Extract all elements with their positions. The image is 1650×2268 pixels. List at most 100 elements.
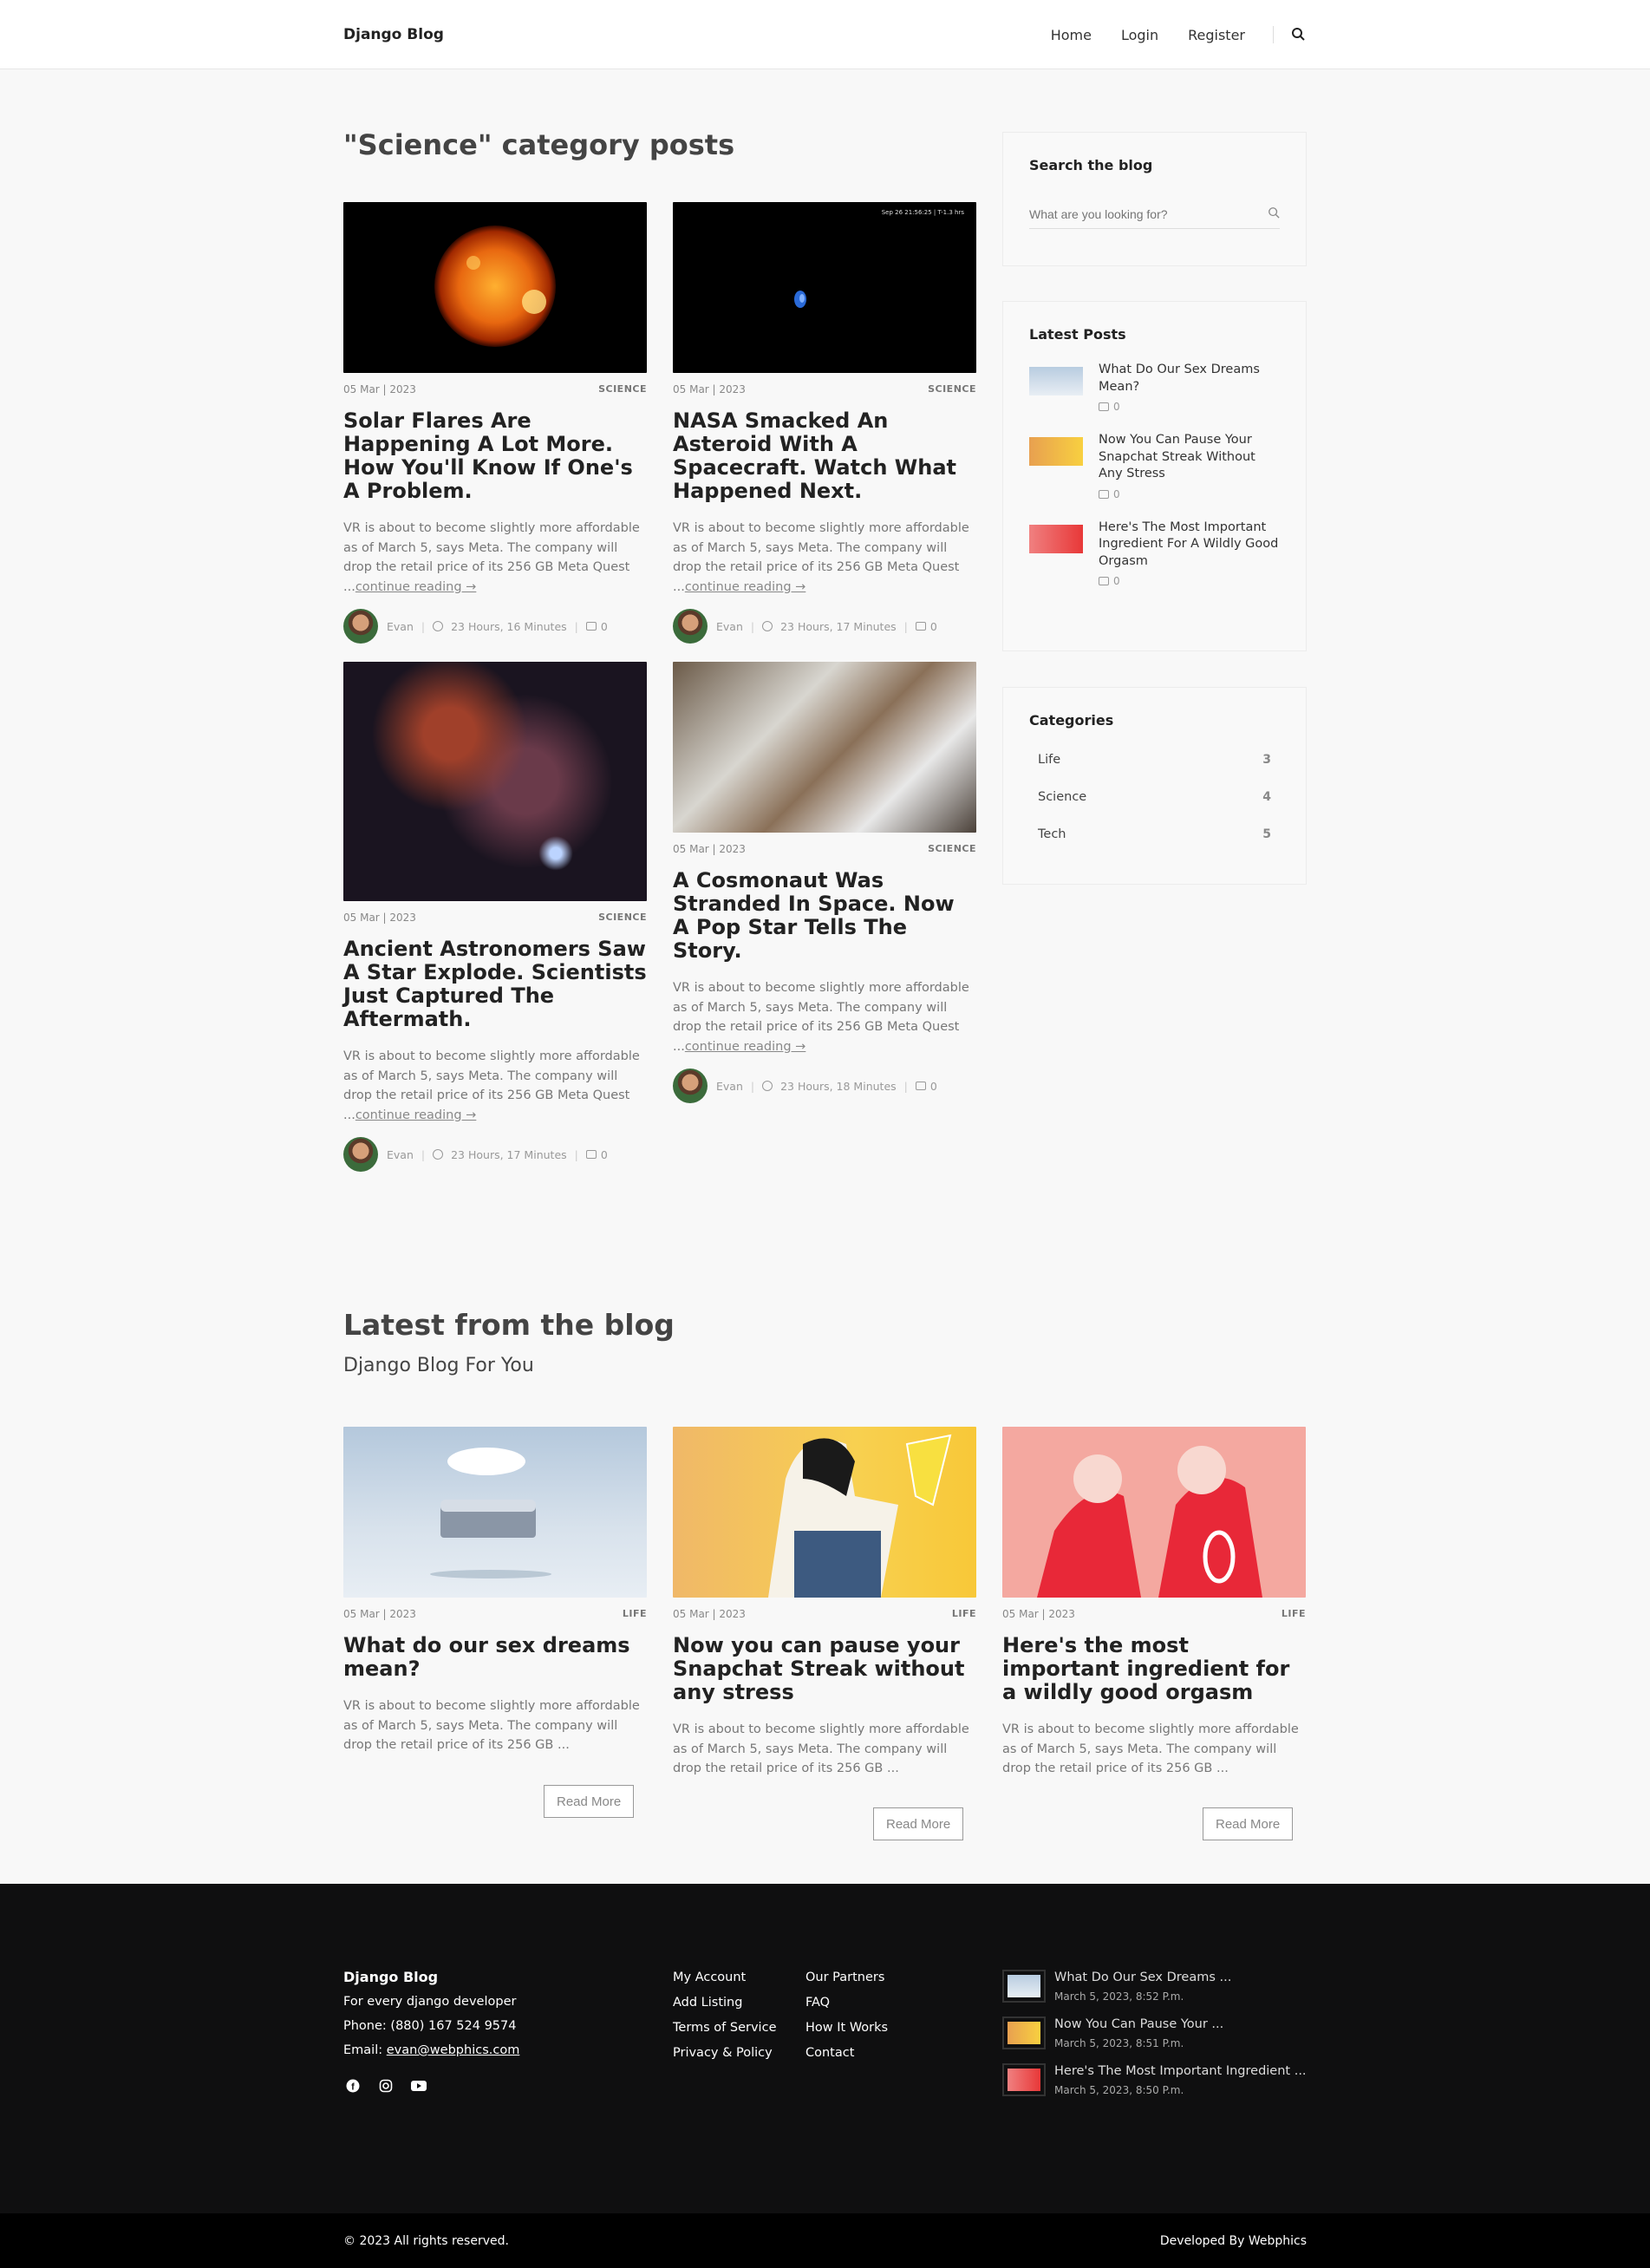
- continue-reading-link[interactable]: continue reading →: [685, 580, 806, 594]
- post-title[interactable]: Solar Flares Are Happening A Lot More. H…: [343, 409, 647, 503]
- post-category[interactable]: SCIENCE: [928, 383, 976, 395]
- developer-link[interactable]: Webphics: [1249, 2234, 1307, 2248]
- blog-card: 05 Mar | 2023 LIFE Now you can pause your…: [673, 1427, 976, 1779]
- youtube-icon[interactable]: [409, 2076, 428, 2095]
- latest-blog-subtitle: Django Blog For You: [343, 1355, 534, 1376]
- continue-reading-link[interactable]: continue reading →: [355, 1108, 477, 1122]
- footer-recent-title[interactable]: Now You Can Pause Your ...: [1054, 2016, 1223, 2032]
- latest-post-thumb: [1029, 524, 1083, 553]
- post-image[interactable]: [673, 662, 976, 833]
- post-author[interactable]: Evan: [716, 620, 743, 633]
- latest-post-comments: 0: [1113, 487, 1120, 500]
- post-author[interactable]: Evan: [387, 1148, 414, 1161]
- clock-icon: [762, 621, 773, 631]
- post-card: 05 Mar | 2023 SCIENCE Ancient Astronomers…: [343, 662, 647, 1172]
- category-item[interactable]: Science 4: [1029, 778, 1280, 815]
- post-date: 05 Mar | 2023: [343, 383, 416, 395]
- post-title[interactable]: Here's the most important ingredient for…: [1002, 1634, 1306, 1704]
- footer-recent-item[interactable]: Here's The Most Important Ingredient ...…: [1002, 2063, 1307, 2096]
- post-title[interactable]: What do our sex dreams mean?: [343, 1634, 647, 1681]
- latest-post-title[interactable]: What Do Our Sex Dreams Mean?: [1099, 362, 1280, 395]
- footer-link[interactable]: How It Works: [805, 2021, 888, 2035]
- post-image[interactable]: [343, 202, 647, 373]
- comment-icon: [585, 622, 597, 631]
- read-more-button[interactable]: Read More: [544, 1785, 635, 1818]
- post-comments: 0: [600, 1147, 608, 1161]
- post-title[interactable]: NASA Smacked An Asteroid With A Spacecra…: [673, 409, 976, 503]
- category-item[interactable]: Tech 5: [1029, 815, 1280, 853]
- post-image[interactable]: [673, 1427, 976, 1598]
- latest-post-title[interactable]: Here's The Most Important Ingredient For…: [1099, 520, 1280, 571]
- category-count: 3: [1262, 752, 1271, 767]
- avatar: [673, 609, 708, 644]
- footer-links-col-1: My Account Add Listing Terms of Service …: [673, 1971, 776, 2071]
- post-category[interactable]: SCIENCE: [928, 843, 976, 855]
- latest-post-item[interactable]: Now You Can Pause Your Snapchat Streak W…: [1029, 432, 1280, 500]
- search-input[interactable]: [1029, 206, 1255, 221]
- category-name[interactable]: Science: [1038, 790, 1086, 804]
- footer-link[interactable]: Contact: [805, 2046, 888, 2060]
- footer-brand: Django Blog: [343, 1969, 439, 1985]
- post-meta: Evan | 23 Hours, 16 Minutes | 0: [343, 609, 647, 644]
- category-item[interactable]: Life 3: [1029, 741, 1280, 778]
- post-author[interactable]: Evan: [387, 620, 414, 633]
- footer-recent-thumb: [1002, 2063, 1046, 2096]
- post-title[interactable]: Now you can pause your Snapchat Streak w…: [673, 1634, 976, 1704]
- footer-link[interactable]: Privacy & Policy: [673, 2046, 776, 2060]
- post-card: 05 Mar | 2023 SCIENCE Solar Flares Are Ha…: [343, 202, 647, 644]
- post-category[interactable]: LIFE: [623, 1608, 647, 1620]
- post-card: Sep 26 21:56:25 | T-1.3 hrs 05 Mar | 202…: [673, 202, 976, 644]
- post-image[interactable]: [1002, 1427, 1306, 1598]
- footer-link[interactable]: Our Partners: [805, 1971, 888, 1984]
- search-icon[interactable]: [1291, 27, 1307, 42]
- search-widget-title: Search the blog: [1029, 157, 1153, 173]
- nav-divider: [1273, 26, 1274, 43]
- clock-icon: [433, 1149, 444, 1160]
- post-date: 05 Mar | 2023: [1002, 1608, 1075, 1620]
- instagram-icon[interactable]: [376, 2076, 395, 2095]
- nav-login[interactable]: Login: [1121, 27, 1158, 43]
- comment-icon: [1099, 402, 1109, 411]
- category-name[interactable]: Life: [1038, 753, 1060, 767]
- post-category[interactable]: LIFE: [1282, 1608, 1306, 1620]
- post-title[interactable]: Ancient Astronomers Saw A Star Explode. …: [343, 938, 647, 1031]
- latest-post-item[interactable]: Here's The Most Important Ingredient For…: [1029, 520, 1280, 587]
- post-category[interactable]: SCIENCE: [598, 383, 647, 395]
- post-image[interactable]: [343, 662, 647, 901]
- latest-post-title[interactable]: Now You Can Pause Your Snapchat Streak W…: [1099, 432, 1280, 483]
- post-author[interactable]: Evan: [716, 1080, 743, 1093]
- post-title[interactable]: A Cosmonaut Was Stranded In Space. Now A…: [673, 869, 976, 963]
- footer-link[interactable]: Add Listing: [673, 1996, 776, 2010]
- post-category[interactable]: LIFE: [952, 1608, 976, 1620]
- footer-recent-item[interactable]: Now You Can Pause Your ... March 5, 2023,…: [1002, 2016, 1307, 2049]
- search-icon[interactable]: [1268, 206, 1280, 222]
- social-links: f: [343, 2076, 442, 2095]
- clock-icon: [762, 1081, 773, 1091]
- category-name[interactable]: Tech: [1038, 827, 1066, 841]
- nav-home[interactable]: Home: [1051, 27, 1092, 43]
- latest-post-item[interactable]: What Do Our Sex Dreams Mean? 0: [1029, 362, 1280, 413]
- continue-reading-link[interactable]: continue reading →: [685, 1040, 806, 1054]
- footer-recent-title[interactable]: What Do Our Sex Dreams ...: [1054, 1970, 1231, 1985]
- footer-recent-title[interactable]: Here's The Most Important Ingredient ...: [1054, 2063, 1307, 2079]
- footer-recent-item[interactable]: What Do Our Sex Dreams ... March 5, 2023,…: [1002, 1970, 1307, 2003]
- email-link[interactable]: evan@webphics.com: [387, 2043, 520, 2057]
- footer-recent-date: March 5, 2023, 8:50 P.m.: [1054, 2084, 1184, 2096]
- post-category[interactable]: SCIENCE: [598, 912, 647, 924]
- footer-link[interactable]: My Account: [673, 1971, 776, 1984]
- copyright-bar: © 2023 All rights reserved. Developed By…: [0, 2213, 1650, 2268]
- search-field: [1029, 199, 1280, 229]
- comment-icon: [1099, 577, 1109, 585]
- read-more-button[interactable]: Read More: [873, 1807, 964, 1840]
- read-more-button[interactable]: Read More: [1203, 1807, 1294, 1840]
- post-image[interactable]: Sep 26 21:56:25 | T-1.3 hrs: [673, 202, 976, 373]
- latest-post-thumb: [1029, 367, 1083, 395]
- footer-link[interactable]: FAQ: [805, 1996, 888, 2010]
- facebook-icon[interactable]: f: [343, 2076, 362, 2095]
- nav-register[interactable]: Register: [1188, 27, 1245, 43]
- post-image[interactable]: [343, 1427, 647, 1598]
- avatar: [343, 1137, 378, 1172]
- continue-reading-link[interactable]: continue reading →: [355, 580, 477, 594]
- footer-link[interactable]: Terms of Service: [673, 2021, 776, 2035]
- site-brand[interactable]: Django Blog: [343, 26, 444, 43]
